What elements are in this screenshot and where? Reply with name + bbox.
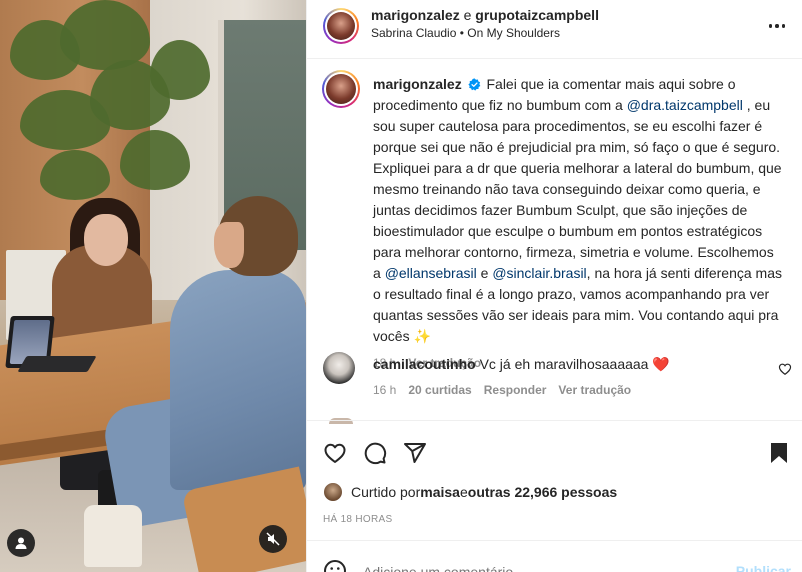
liker-username[interactable]: maisa bbox=[420, 484, 460, 500]
person-left-face bbox=[84, 214, 128, 266]
user-tag-icon bbox=[15, 537, 27, 549]
share-icon[interactable] bbox=[403, 441, 427, 465]
person-right-jacket bbox=[170, 270, 306, 490]
more-options-icon bbox=[768, 24, 773, 28]
post-header: marigonzalez e grupotaizcampbell Sabrina… bbox=[307, 0, 802, 59]
likes-prefix: Curtido por bbox=[351, 484, 421, 500]
post-timestamp[interactable]: HÁ 18 HORAS bbox=[323, 514, 392, 525]
comment-like-icon[interactable] bbox=[778, 362, 792, 376]
post-video[interactable] bbox=[0, 0, 306, 572]
author-names: marigonzalez e grupotaizcampbell bbox=[371, 7, 599, 23]
audio-song: On My Shoulders bbox=[467, 26, 560, 40]
comment-composer: Publicar bbox=[307, 540, 802, 572]
comment-meta: 16 h 20 curtidas Responder Ver tradução bbox=[373, 380, 783, 400]
comment-icon[interactable] bbox=[363, 441, 387, 465]
comment-likes[interactable]: 20 curtidas bbox=[408, 383, 471, 397]
post-comment-button[interactable]: Publicar bbox=[736, 563, 791, 572]
commenter-username[interactable]: camilacoutinho bbox=[373, 356, 476, 372]
audio-artist: Sabrina Claudio bbox=[371, 26, 457, 40]
bookmark-icon[interactable] bbox=[767, 441, 791, 465]
caption-text: , eu sou super cautelosa para procedimen… bbox=[373, 97, 782, 281]
verified-icon bbox=[468, 78, 480, 91]
caption-avatar[interactable] bbox=[322, 70, 360, 108]
heart-emoji: ❤️ bbox=[652, 356, 670, 372]
comment-reply-button[interactable]: Responder bbox=[484, 383, 547, 397]
next-comment-avatar bbox=[329, 418, 353, 424]
comment-input[interactable] bbox=[363, 564, 703, 572]
caption-mention[interactable]: @sinclair.brasil bbox=[492, 265, 586, 281]
person-right-boot bbox=[84, 505, 142, 567]
user-tag-button[interactable] bbox=[7, 529, 35, 557]
author-connector: e bbox=[459, 7, 476, 23]
comment-text: Vc já eh maravilhosaaaaaa bbox=[479, 356, 653, 372]
action-divider bbox=[307, 420, 802, 421]
comment-translate-button[interactable]: Ver tradução bbox=[558, 383, 631, 397]
likes-summary: Curtido por maisa e outras 22,966 pessoa… bbox=[323, 481, 617, 503]
more-options-button[interactable] bbox=[765, 14, 789, 38]
caption-username[interactable]: marigonzalez bbox=[373, 76, 462, 92]
caption-mention[interactable]: @ellansebrasil bbox=[385, 265, 477, 281]
author-username[interactable]: marigonzalez bbox=[371, 7, 460, 23]
heart-icon[interactable] bbox=[323, 441, 347, 465]
comment-time[interactable]: 16 h bbox=[373, 383, 396, 397]
likes-others[interactable]: outras 22,966 pessoas bbox=[468, 484, 617, 500]
caption-mention[interactable]: @dra.taizcampbell bbox=[627, 97, 743, 113]
person-right-face bbox=[214, 222, 244, 268]
collaborator-username[interactable]: grupotaizcampbell bbox=[475, 7, 599, 23]
sparkles-emoji: ✨ bbox=[413, 328, 431, 344]
post-caption: marigonzalez Falei que ia comentar mais … bbox=[373, 74, 783, 374]
tablet-keyboard bbox=[17, 356, 97, 372]
emoji-icon[interactable] bbox=[323, 559, 347, 572]
likes-middle: e bbox=[459, 484, 468, 500]
commenter-avatar[interactable] bbox=[323, 352, 355, 384]
audio-attribution[interactable]: Sabrina Claudio • On My Shoulders bbox=[371, 26, 560, 40]
liker-avatar[interactable] bbox=[323, 482, 343, 502]
caption-text: e bbox=[476, 265, 493, 281]
author-avatar[interactable] bbox=[323, 8, 359, 44]
audio-separator: • bbox=[456, 26, 468, 40]
post-details-panel: marigonzalez e grupotaizcampbell Sabrina… bbox=[306, 0, 802, 572]
mute-button[interactable] bbox=[259, 525, 287, 553]
comment-item: camilacoutinho Vc já eh maravilhosaaaaaa… bbox=[373, 354, 783, 400]
mute-icon bbox=[266, 532, 280, 546]
